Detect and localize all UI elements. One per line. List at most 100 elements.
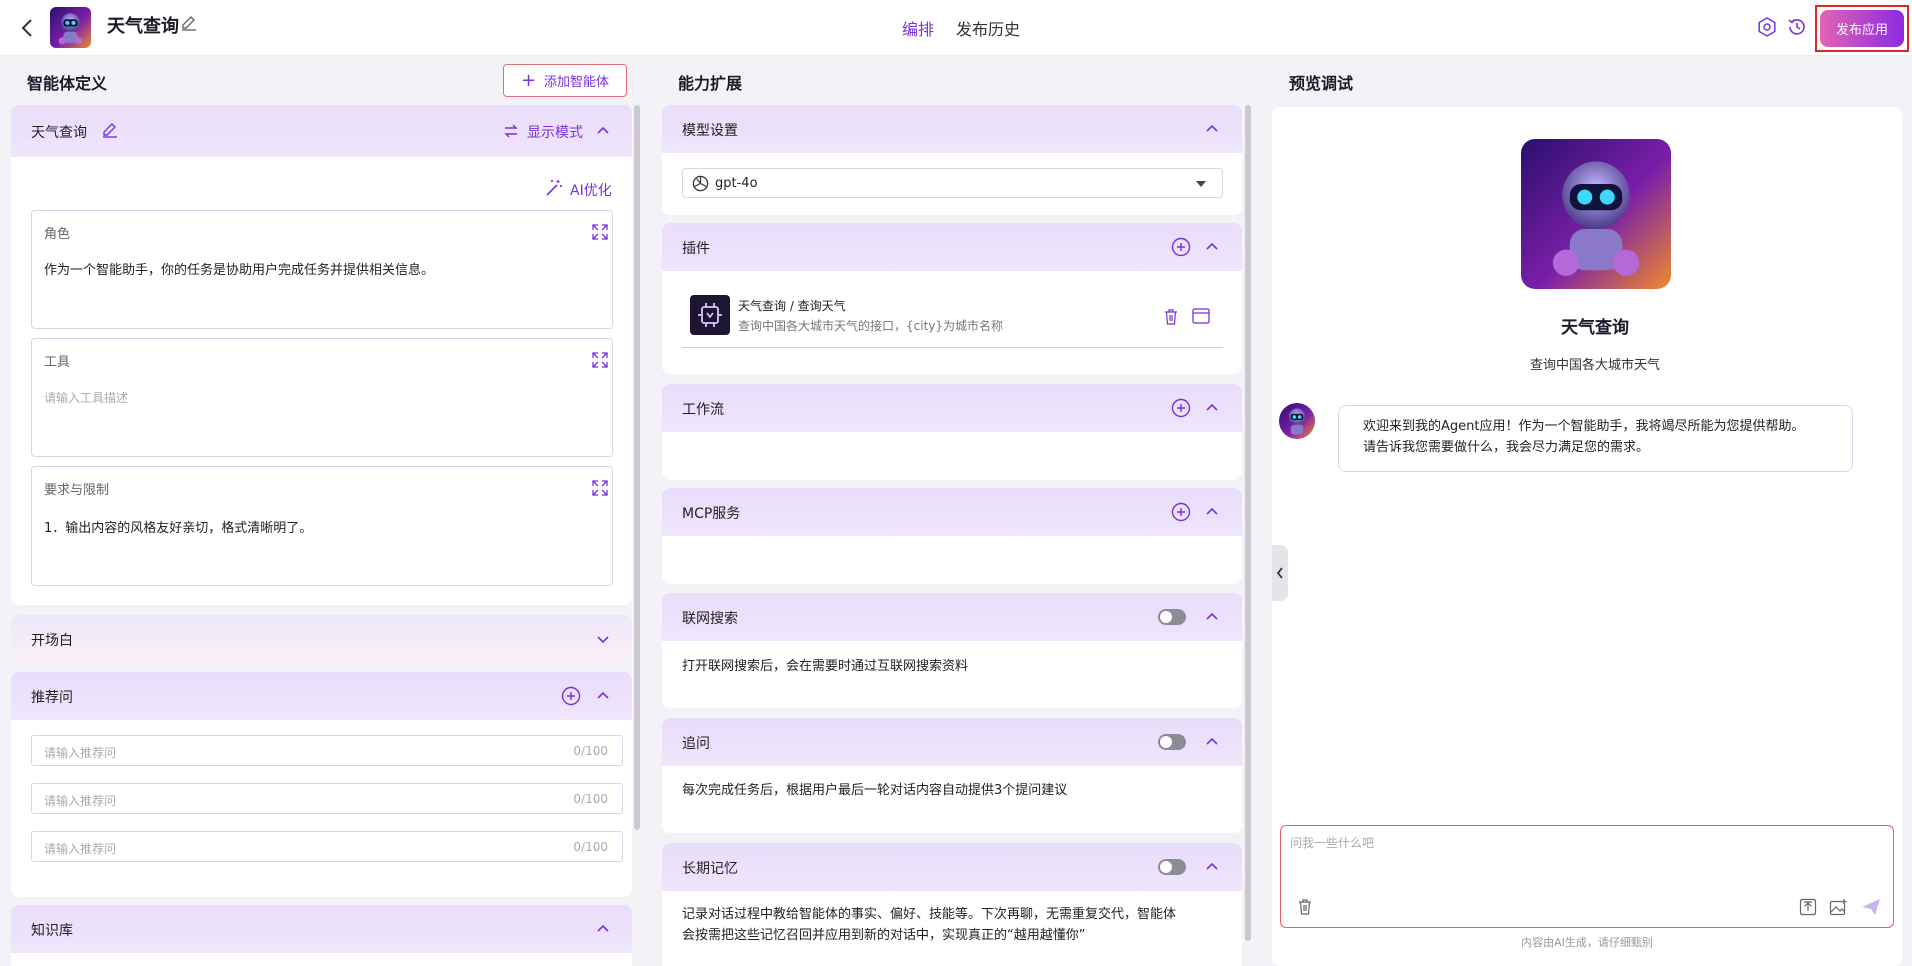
chevron-up-icon[interactable]: [1204, 400, 1220, 416]
add-circle-icon[interactable]: [1171, 398, 1191, 418]
chevron-up-icon[interactable]: [595, 921, 611, 937]
scrollbar[interactable]: [1245, 105, 1251, 941]
edit-icon[interactable]: [101, 121, 119, 139]
web-search-toggle[interactable]: [1158, 609, 1186, 625]
model-label: 模型设置: [682, 123, 738, 139]
display-mode-toggle[interactable]: 显示模式: [527, 122, 583, 142]
agent-def-title: 智能体定义: [27, 74, 108, 93]
expand-icon[interactable]: [591, 351, 609, 369]
char-count: 0/100: [573, 840, 608, 854]
delete-icon[interactable]: [1297, 898, 1313, 916]
nav-tabs: 编排 发布历史: [902, 16, 1020, 40]
recommend-header: 推荐问: [11, 672, 632, 720]
web-search-panel: 联网搜索 打开联网搜索后，会在需要时通过互联网搜索资料: [662, 593, 1242, 708]
ai-optimize-button[interactable]: AI优化: [570, 180, 612, 200]
recommend-placeholder: 请输入推荐问: [44, 746, 117, 760]
web-search-header: 联网搜索: [662, 593, 1242, 641]
chevron-up-icon[interactable]: [1204, 609, 1220, 625]
tab-orchestrate[interactable]: 编排: [902, 16, 934, 40]
preview-app-desc: 查询中国各大城市天气: [1529, 358, 1660, 373]
requirements-field[interactable]: 要求与限制 1．输出内容的风格友好亲切，格式清晰明了。: [31, 466, 613, 586]
welcome-line-1: 欢迎来到我的Agent应用！作为一个智能助手，我将竭尽所能为您提供帮助。: [1363, 419, 1805, 434]
preview-title: 预览调试: [1289, 74, 1354, 93]
add-circle-icon[interactable]: [1171, 502, 1191, 522]
chevron-up-icon[interactable]: [1204, 734, 1220, 750]
edit-icon[interactable]: [180, 14, 198, 32]
publish-button[interactable]: 发布应用: [1820, 10, 1904, 47]
top-bar: 天气查询 编排 发布历史 发布应用: [0, 0, 1912, 56]
magic-wand-icon[interactable]: [544, 178, 564, 198]
requirements-value: 1．输出内容的风格友好亲切，格式清晰明了。: [44, 521, 313, 536]
model-select[interactable]: gpt-4o: [682, 168, 1223, 198]
follow-up-label: 追问: [682, 736, 710, 752]
add-agent-button[interactable]: + 添加智能体: [503, 64, 627, 97]
mcp-label: MCP服务: [682, 506, 741, 522]
role-field[interactable]: 角色 作为一个智能助手，你的任务是协助用户完成任务并提供相关信息。: [31, 210, 613, 329]
app-avatar: [50, 7, 91, 48]
app-title: 天气查询: [107, 16, 179, 37]
plugins-header: 插件: [662, 223, 1242, 271]
plus-icon: +: [520, 69, 537, 91]
expand-icon[interactable]: [591, 479, 609, 497]
char-count: 0/100: [573, 744, 608, 758]
recommend-input[interactable]: 请输入推荐问 0/100: [31, 735, 623, 766]
knowledge-label: 知识库: [31, 923, 73, 939]
welcome-message: 欢迎来到我的Agent应用！作为一个智能助手，我将竭尽所能为您提供帮助。 请告诉…: [1338, 405, 1853, 472]
memory-panel: 长期记忆 记录对话过程中教给智能体的事实、偏好、技能等。下次再聊，无需重复交代，…: [662, 843, 1242, 966]
follow-up-header: 追问: [662, 718, 1242, 766]
add-circle-icon[interactable]: [1171, 237, 1191, 257]
tools-placeholder: 请输入工具描述: [44, 391, 129, 405]
robot-image: [1279, 403, 1315, 439]
upload-image-icon[interactable]: [1829, 898, 1848, 916]
follow-up-desc: 每次完成任务后，根据用户最后一轮对话内容自动提供3个提问建议: [682, 783, 1068, 798]
chat-input[interactable]: 问我一些什么吧: [1280, 825, 1894, 928]
workflow-label: 工作流: [682, 402, 724, 418]
agent-def-header: 天气查询 显示模式: [11, 105, 632, 157]
swap-icon[interactable]: [503, 123, 519, 139]
role-label: 角色: [44, 227, 71, 242]
scrollbar[interactable]: [634, 105, 640, 830]
requirements-label: 要求与限制: [44, 483, 110, 498]
tab-publish-history[interactable]: 发布历史: [956, 16, 1020, 40]
chat-input-placeholder: 问我一些什么吧: [1290, 836, 1375, 850]
chevron-left-icon: [1276, 567, 1283, 579]
web-search-label: 联网搜索: [682, 611, 738, 627]
opening-panel[interactable]: 开场白: [11, 615, 632, 663]
publish-highlight: 发布应用: [1815, 5, 1909, 52]
model-selected: gpt-4o: [715, 176, 758, 191]
back-arrow-icon[interactable]: [16, 16, 40, 40]
knowledge-header: 知识库: [11, 905, 632, 953]
welcome-line-2: 请告诉我您需要做什么，我会尽力满足您的需求。: [1363, 440, 1650, 455]
chevron-up-icon[interactable]: [1204, 859, 1220, 875]
agent-name: 天气查询: [31, 125, 87, 141]
chevron-up-icon[interactable]: [1204, 239, 1220, 255]
chevron-up-icon[interactable]: [595, 123, 611, 139]
follow-up-toggle[interactable]: [1158, 734, 1186, 750]
upload-file-icon[interactable]: [1799, 898, 1817, 916]
plugin-item[interactable]: 天气查询 / 查询天气 查询中国各大城市天气的接口，{city}为城市名称: [682, 293, 1223, 348]
delete-icon[interactable]: [1163, 308, 1179, 326]
knowledge-panel: 知识库: [11, 905, 632, 966]
model-header: 模型设置: [662, 105, 1242, 153]
window-icon[interactable]: [1192, 308, 1210, 324]
workflow-panel: 工作流: [662, 384, 1242, 480]
bot-avatar: [1279, 403, 1315, 439]
memory-toggle[interactable]: [1158, 859, 1186, 875]
tools-field[interactable]: 工具 请输入工具描述: [31, 338, 613, 457]
recommend-input[interactable]: 请输入推荐问 0/100: [31, 831, 623, 862]
plugins-label: 插件: [682, 241, 710, 257]
robot-image: [1521, 139, 1671, 289]
settings-icon[interactable]: [1756, 16, 1778, 38]
expand-icon[interactable]: [591, 223, 609, 241]
collapse-handle[interactable]: [1272, 545, 1288, 601]
plugin-name: 天气查询 / 查询天气: [738, 299, 846, 313]
recommend-input[interactable]: 请输入推荐问 0/100: [31, 783, 623, 814]
chevron-up-icon[interactable]: [1204, 121, 1220, 137]
chevron-up-icon[interactable]: [595, 688, 611, 704]
plugin-icon: [698, 303, 722, 327]
chevron-up-icon[interactable]: [1204, 504, 1220, 520]
send-icon[interactable]: [1861, 898, 1881, 916]
history-icon[interactable]: [1786, 16, 1808, 38]
chevron-down-icon[interactable]: [595, 631, 611, 647]
add-circle-icon[interactable]: [561, 686, 581, 706]
